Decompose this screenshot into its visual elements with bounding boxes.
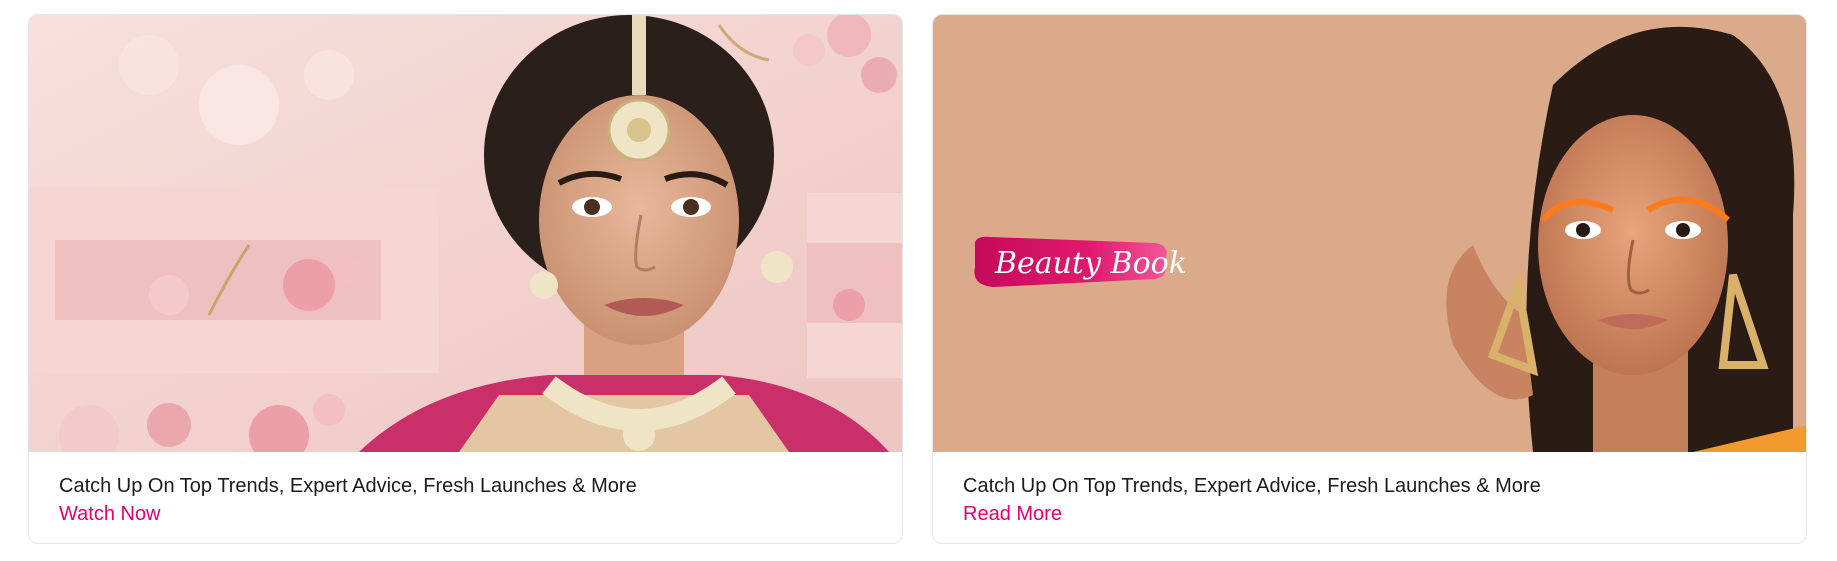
card-caption: Catch Up On Top Trends, Expert Advice, F… (59, 473, 882, 527)
watch-now-link[interactable]: Watch Now (59, 501, 161, 527)
bridal-makeup-banner-image[interactable] (29, 15, 902, 452)
video-card[interactable]: Catch Up On Top Trends, Expert Advice, F… (28, 14, 903, 544)
article-card[interactable]: Beauty Book Catch Up On Top Trends, Expe… (932, 14, 1807, 544)
beauty-book-logo-text: Beauty Book (994, 246, 1187, 281)
card-caption: Catch Up On Top Trends, Expert Advice, F… (963, 473, 1786, 527)
beauty-book-banner-image[interactable]: Beauty Book (933, 15, 1806, 452)
card-title: Catch Up On Top Trends, Expert Advice, F… (963, 475, 1541, 497)
read-more-link[interactable]: Read More (963, 501, 1062, 527)
content-cards-row: Catch Up On Top Trends, Expert Advice, F… (28, 14, 1807, 544)
card-title: Catch Up On Top Trends, Expert Advice, F… (59, 475, 637, 497)
